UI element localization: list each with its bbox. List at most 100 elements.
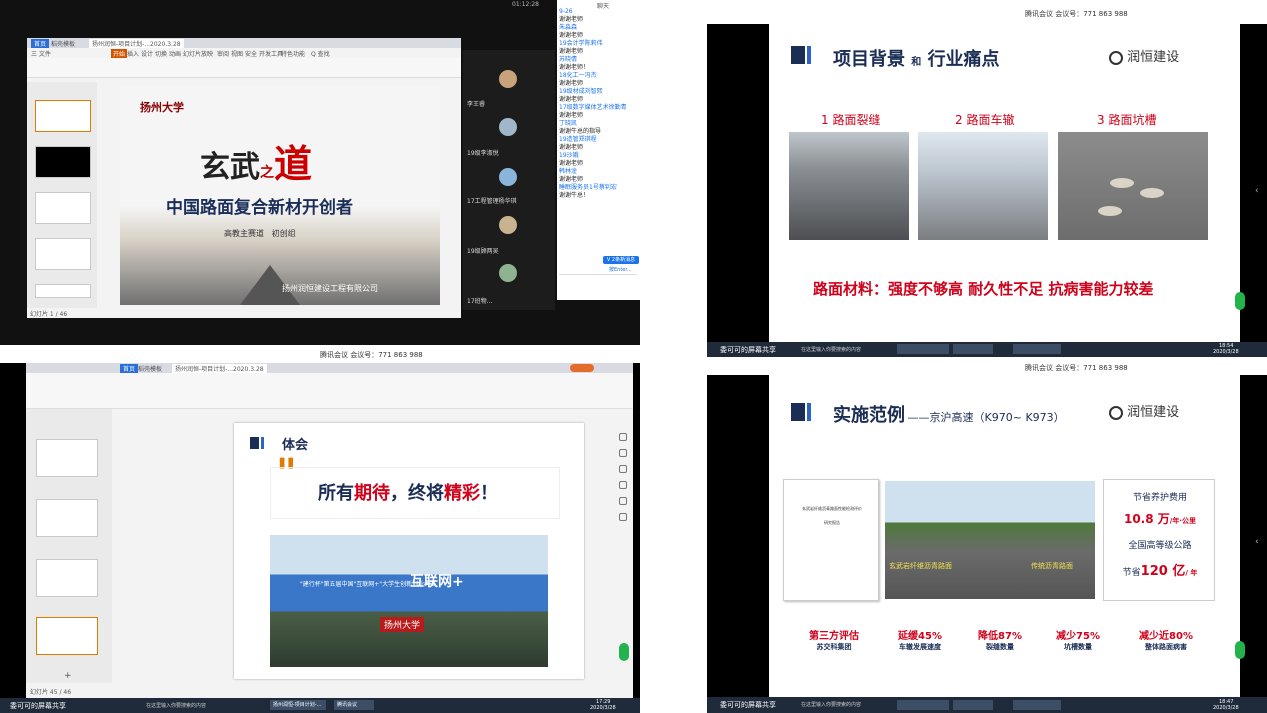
menu-insert[interactable]: 插入	[127, 49, 139, 58]
q2-logo-text: 润恒建设	[1127, 50, 1180, 65]
q3-task-1[interactable]: 扬州润恒-项目计划-...	[270, 700, 326, 710]
q4-arrow-right[interactable]: ‹	[1255, 537, 1259, 547]
q3-tool-3[interactable]	[619, 465, 627, 473]
chat-list: 9-26 谢谢老师 朱淼森 谢谢老师 19会计学陈莉伟 谢谢老师 苏晓倩 谢谢老师！ …	[559, 8, 639, 200]
thumb-3[interactable]	[35, 192, 91, 224]
q2-title-b: 行业痛点	[927, 49, 1000, 70]
q4-slide: 实施范例 ——京沪高速（K970~ K973） 润恒建设 玄武岩纤维沥青路面性能…	[769, 375, 1240, 697]
q3-tab-doc[interactable]: 扬州润恒-项目计划-...2020.3.28	[172, 364, 267, 373]
q3-tab-home[interactable]: 首页	[120, 364, 139, 373]
menu-view[interactable]: 视图	[231, 49, 243, 58]
chat-panel: 聊天 9-26 谢谢老师 朱淼森 谢谢老师 19会计学陈莉伟 谢谢老师 苏晓倩 谢谢老…	[557, 0, 640, 300]
q2-task-1[interactable]	[897, 344, 949, 354]
q3-taskbar: 委可可的屏幕共享 在这里输入你要搜索的内容 扬州润恒-项目计划-... 腾讯会议…	[0, 698, 640, 713]
chat-msg-7: 17级数字媒体艺术徐勤青 谢谢老师	[559, 104, 627, 119]
menu-switch[interactable]: 切换	[155, 49, 167, 58]
menu-design[interactable]: 设计	[141, 49, 153, 58]
q2-arrow-right[interactable]: ‹	[1255, 186, 1259, 196]
wps-ribbon	[27, 58, 461, 78]
tab-doc[interactable]: 扬州润恒-项目计划-...2020.3.28	[89, 39, 184, 48]
q3-tool-4[interactable]	[619, 481, 627, 489]
q2-green-dot	[1235, 292, 1245, 310]
thumb-4[interactable]	[35, 238, 91, 270]
menu-find[interactable]: Q 查找	[311, 49, 330, 58]
chat-msg-0: 9-26	[559, 8, 573, 15]
q3-tab-docer[interactable]: 稻壳模板	[138, 364, 162, 373]
q3-tool-5[interactable]	[619, 497, 627, 505]
chat-input[interactable]	[559, 274, 637, 296]
q4-stat-4-top: 减少75%	[1056, 631, 1100, 642]
q4-title: 实施范例 ——京沪高速（K970~ K973）	[833, 401, 1065, 427]
slide-track: 高教主赛道 初创组	[224, 228, 296, 239]
q2-title-and: 和	[911, 57, 922, 68]
q3-thumb-1[interactable]	[36, 439, 98, 477]
q3-banner-brand: 互联网+	[410, 574, 464, 590]
q3-quote-a: 所有	[318, 483, 354, 504]
q2-cap-1: 1 路面裂缝	[821, 113, 881, 127]
thumb-5[interactable]	[35, 284, 91, 298]
q2-screen: 腾讯会议 会议号：771 863 988 ‹ 项目背景 和 行业痛点 润恒建设 …	[707, 0, 1267, 357]
avatar-2	[499, 118, 517, 136]
q2-task-3[interactable]	[1013, 344, 1061, 354]
menu-show[interactable]: 幻灯片放映	[183, 49, 213, 58]
q4-stat-2-bot: 车辙发展速度	[899, 643, 941, 651]
chat-msg-11: 韩林淦 谢谢老师	[559, 168, 584, 183]
q3-thumb-4[interactable]	[36, 617, 98, 655]
q4-r2: 10.8 万/年·公里	[1104, 510, 1216, 527]
main-slide: 扬州大学 玄武之道 中国路面复合新材开创者 高教主赛道 初创组 扬州润恒建设工程…	[120, 85, 440, 305]
tab-home[interactable]: 首页	[31, 39, 50, 48]
q4-share-label: 委可可的屏幕共享	[720, 701, 776, 709]
q3-window-icon[interactable]	[570, 364, 594, 372]
q3-quote-b: 期待	[354, 483, 390, 504]
q4-stat-2: 延缓45% 车辙发展速度	[883, 627, 957, 652]
menu-dev[interactable]: 开发工具	[259, 49, 283, 58]
q2-task-2[interactable]	[953, 344, 993, 354]
menu-special[interactable]: 特色功能	[281, 49, 305, 58]
q4-r4-num: 120 亿	[1140, 564, 1186, 579]
menu-anim[interactable]: 动画	[169, 49, 181, 58]
q2-meeting-title: 腾讯会议 会议号：771 863 988	[1025, 10, 1128, 18]
q3-thumb-3[interactable]	[36, 559, 98, 597]
q3-add-slide[interactable]: +	[64, 671, 72, 681]
thumb-2[interactable]	[35, 146, 91, 178]
avatar-1	[499, 70, 517, 88]
q3-search[interactable]: 在这里输入你要搜索的内容	[146, 702, 206, 709]
q4-r2-num: 10.8 万	[1123, 512, 1170, 526]
wps-menu: 三 文件 开始 插入 设计 切换 动画 幻灯片放映 审阅 视图 安全 开发工具 …	[27, 48, 461, 58]
q4-photo-right-label: 传统沥青路面	[1031, 562, 1073, 570]
q3-tool-6[interactable]	[619, 513, 627, 521]
menu-start[interactable]: 开始	[111, 49, 128, 58]
tab-docer[interactable]: 稻壳模板	[51, 39, 75, 48]
q4-green-dot	[1235, 641, 1245, 659]
q3-tabbar: 首页 稻壳模板 扬州润恒-项目计划-...2020.3.28	[26, 363, 633, 373]
track-label: 高教主赛道	[224, 229, 264, 238]
participant-3: 17工程管理杨华琪	[467, 198, 517, 205]
q3-task-2[interactable]: 腾讯会议	[334, 700, 374, 710]
q4-task-2[interactable]	[953, 700, 993, 710]
pothole-2	[1140, 188, 1164, 198]
thumb-1[interactable]	[35, 100, 91, 132]
q4-task-3[interactable]	[1013, 700, 1061, 710]
q4-search[interactable]: 在这里输入你要搜索的内容	[801, 701, 861, 708]
avatar-4	[499, 216, 517, 234]
slide-title: 玄武之道	[200, 133, 312, 188]
q2-search[interactable]: 在这里输入你要搜索的内容	[801, 346, 861, 353]
q4-title-mark2	[807, 403, 811, 421]
q4-screen: 腾讯会议 会议号：771 863 988 ‹ 实施范例 ——京沪高速（K970~…	[707, 357, 1267, 713]
new-messages-button[interactable]: V 2条新消息	[603, 256, 639, 264]
q4-stat-5-top: 减少近80%	[1139, 631, 1193, 642]
q3-quote-e: ！	[480, 483, 498, 504]
q3-tool-2[interactable]	[619, 449, 627, 457]
menu-security[interactable]: 安全	[245, 49, 257, 58]
company-label: 扬州润恒建设工程有限公司	[282, 284, 378, 293]
q4-task-1[interactable]	[897, 700, 949, 710]
menu-file[interactable]: 三 文件	[31, 49, 51, 58]
q3-thumb-2[interactable]	[36, 499, 98, 537]
meeting-timer: 01:12:28	[512, 1, 539, 8]
q2-title-mark	[791, 46, 805, 64]
q3-tool-1[interactable]	[619, 433, 627, 441]
menu-review[interactable]: 审阅	[217, 49, 229, 58]
q4-logo-text: 润恒建设	[1127, 405, 1180, 420]
chat-msg-9: 19造管郑琪程 谢谢老师	[559, 136, 597, 151]
chat-msg-1: 谢谢老师	[559, 16, 584, 23]
